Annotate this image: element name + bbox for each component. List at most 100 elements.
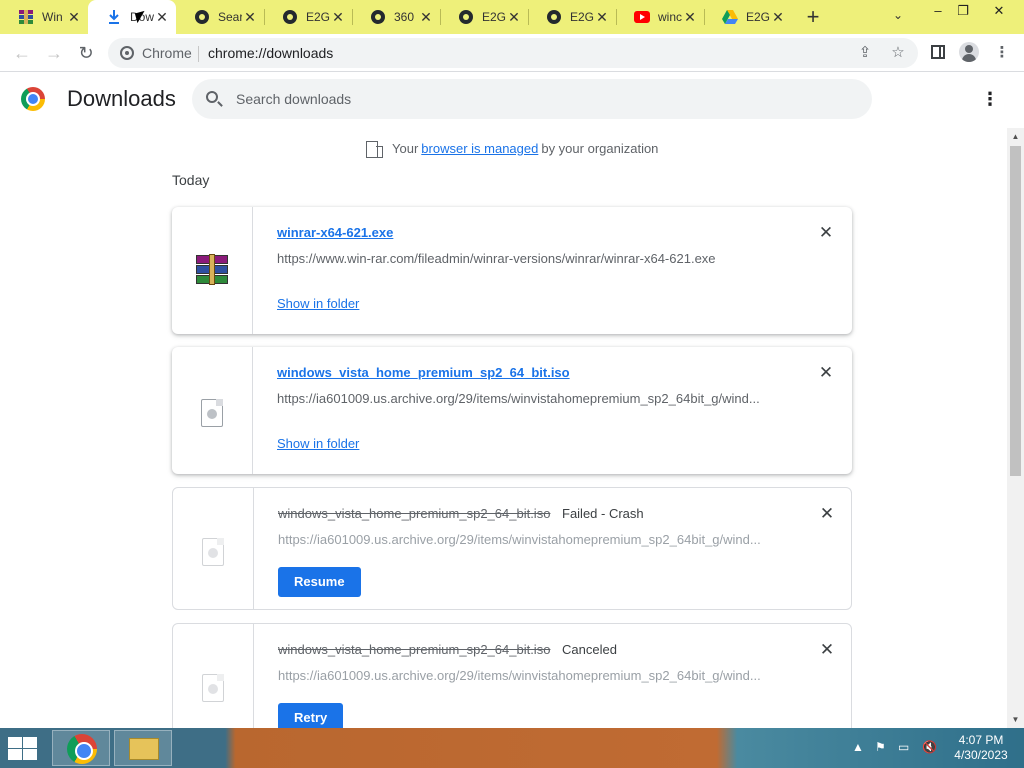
tab-winrar[interactable]: Win ✕ <box>0 0 88 34</box>
page-title: Downloads <box>67 86 176 111</box>
building-icon <box>366 140 383 158</box>
download-icon <box>106 9 122 25</box>
file-source-url: https://ia601009.us.archive.org/29/items… <box>277 391 760 406</box>
remove-close-icon[interactable]: ✕ <box>817 364 835 382</box>
tab-title: winc <box>658 10 682 24</box>
volume-muted-icon[interactable]: 🔇 <box>922 740 937 754</box>
tab-google-drive[interactable]: E2G ✕ <box>704 0 792 34</box>
resume-button[interactable]: Resume <box>278 567 361 597</box>
close-tab-icon[interactable]: ✕ <box>242 9 258 25</box>
tab-search-chevron-icon[interactable]: ⌄ <box>888 8 908 28</box>
remove-close-icon[interactable]: ✕ <box>818 641 836 659</box>
menu-kebab-icon[interactable]: ⋮ <box>992 43 1012 63</box>
windows-start-icon[interactable] <box>6 736 38 760</box>
browser-toolbar: ← → ↻ Chrome chrome://downloads ⇪ ☆ <box>0 34 1024 72</box>
taskbar-file-explorer-button[interactable] <box>114 730 172 766</box>
github-icon <box>458 9 474 25</box>
close-tab-icon[interactable]: ✕ <box>770 9 786 25</box>
file-icon-column <box>173 624 254 745</box>
download-item: windows_vista_home_premium_sp2_64_bit.is… <box>172 487 852 610</box>
disc-file-icon <box>202 538 224 566</box>
chrome-page-icon <box>120 46 134 60</box>
new-tab-button[interactable]: + <box>796 0 830 34</box>
file-source-url: https://ia601009.us.archive.org/29/items… <box>278 532 761 547</box>
search-icon[interactable] <box>206 91 218 103</box>
tab-title: Win <box>42 10 63 24</box>
close-tab-icon[interactable]: ✕ <box>594 9 610 25</box>
tab-title: E2G <box>746 10 770 24</box>
search-box[interactable] <box>192 79 872 119</box>
chrome-logo-icon <box>21 87 45 111</box>
more-actions-icon[interactable]: ⋮ <box>980 88 1000 110</box>
file-name-struck: windows_vista_home_premium_sp2_64_bit.is… <box>278 506 551 521</box>
scroll-up-arrow-icon[interactable]: ▲ <box>1007 128 1024 145</box>
downloads-header: Downloads ⋮ <box>0 72 1024 128</box>
forward-arrow-icon[interactable]: → <box>42 41 66 65</box>
close-tab-icon[interactable]: ✕ <box>330 9 346 25</box>
action-center-flag-icon[interactable]: ⚑ <box>875 740 886 754</box>
restore-button[interactable]: ❐ <box>946 0 980 22</box>
browser-managed-link[interactable]: browser is managed <box>421 141 538 156</box>
scroll-down-arrow-icon[interactable]: ▼ <box>1007 711 1024 728</box>
url-text[interactable]: chrome://downloads <box>208 45 333 61</box>
close-tab-icon[interactable]: ✕ <box>154 9 170 25</box>
clock-date: 4/30/2023 <box>954 748 1008 762</box>
managed-prefix: Your <box>392 140 419 156</box>
download-status: Failed - Crash <box>562 506 644 521</box>
clock-time: 4:07 PM <box>958 733 1004 747</box>
github-icon <box>546 9 562 25</box>
scroll-thumb[interactable] <box>1010 146 1021 476</box>
github-icon <box>194 9 210 25</box>
winrar-icon <box>196 254 228 285</box>
back-arrow-icon[interactable]: ← <box>10 41 34 65</box>
profile-avatar-icon[interactable] <box>959 42 979 62</box>
github-icon <box>282 9 298 25</box>
tab-github-e2g-1[interactable]: E2G ✕ <box>264 0 352 34</box>
remove-close-icon[interactable]: ✕ <box>817 224 835 242</box>
download-item: windows_vista_home_premium_sp2_64_bit.is… <box>172 347 852 474</box>
divider <box>198 46 199 62</box>
tab-strip: Win ✕ Dow ✕ Sear ✕ E2G ✕ 360 ✕ E2G ✕ E2G… <box>0 0 1024 34</box>
close-tab-icon[interactable]: ✕ <box>506 9 522 25</box>
close-tab-icon[interactable]: ✕ <box>418 9 434 25</box>
show-in-folder-link[interactable]: Show in folder <box>277 436 359 451</box>
taskbar-chrome-button[interactable] <box>52 730 110 766</box>
side-panel-icon[interactable] <box>931 45 945 59</box>
youtube-icon <box>634 9 650 25</box>
managed-suffix: by your organization <box>541 140 659 156</box>
site-chip: Chrome <box>142 45 192 61</box>
close-tab-icon[interactable]: ✕ <box>66 9 82 25</box>
scrollbar[interactable]: ▲ ▼ <box>1007 128 1024 728</box>
address-bar[interactable]: Chrome chrome://downloads ⇪ ☆ <box>108 38 918 68</box>
show-hidden-icons-icon[interactable]: ▲ <box>852 740 864 754</box>
tab-github-search[interactable]: Sear ✕ <box>176 0 264 34</box>
google-drive-icon <box>722 9 738 25</box>
tab-title: E2G <box>570 10 594 24</box>
tab-github-e2g-3[interactable]: E2G ✕ <box>528 0 616 34</box>
share-icon[interactable]: ⇪ <box>856 44 874 62</box>
file-icon-column <box>172 347 253 474</box>
file-name-link[interactable]: windows_vista_home_premium_sp2_64_bit.is… <box>277 365 570 380</box>
remove-close-icon[interactable]: ✕ <box>818 505 836 523</box>
tab-github-360[interactable]: 360 ✕ <box>352 0 440 34</box>
tab-downloads[interactable]: Dow ✕ <box>88 0 176 34</box>
tab-title: 360 <box>394 10 415 24</box>
tab-youtube[interactable]: winc ✕ <box>616 0 704 34</box>
tab-title: E2G <box>306 10 330 24</box>
date-section-label: Today <box>172 172 210 188</box>
tab-title: E2G <box>482 10 506 24</box>
search-input[interactable] <box>236 79 836 119</box>
close-window-button[interactable]: ✕ <box>982 0 1016 22</box>
tab-github-e2g-2[interactable]: E2G ✕ <box>440 0 528 34</box>
reload-icon[interactable]: ↻ <box>74 41 98 65</box>
winrar-icon <box>18 9 34 25</box>
show-in-folder-link[interactable]: Show in folder <box>277 296 359 311</box>
file-icon-column <box>173 488 254 609</box>
bookmark-star-icon[interactable]: ☆ <box>889 44 907 62</box>
managed-banner: Your browser is managed by your organiza… <box>366 140 659 158</box>
network-icon[interactable]: ▭ <box>898 740 909 754</box>
close-tab-icon[interactable]: ✕ <box>682 9 698 25</box>
system-clock[interactable]: 4:07 PM 4/30/2023 <box>952 733 1010 763</box>
download-item: winrar-x64-621.exe https://www.win-rar.c… <box>172 207 852 334</box>
file-name-link[interactable]: winrar-x64-621.exe <box>277 225 393 240</box>
